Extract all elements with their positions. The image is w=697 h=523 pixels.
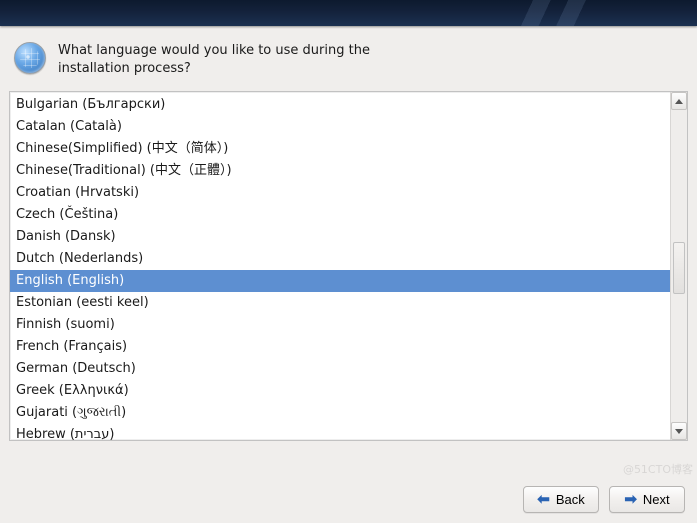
globe-icon: [14, 42, 46, 74]
language-list-container: Bulgarian (Български)Catalan (Català)Chi…: [9, 91, 688, 441]
language-option[interactable]: Hebrew (עברית): [10, 424, 670, 440]
language-option[interactable]: Chinese(Traditional) (中文（正體）): [10, 160, 670, 182]
scroll-up-button[interactable]: [671, 92, 687, 110]
scroll-thumb[interactable]: [673, 242, 685, 294]
language-option[interactable]: German (Deutsch): [10, 358, 670, 380]
next-button[interactable]: ➡ Next: [609, 486, 685, 513]
watermark: @51CTO博客: [623, 461, 693, 477]
back-button-label: Back: [556, 492, 585, 507]
back-button[interactable]: ⬅ Back: [523, 486, 599, 513]
language-option[interactable]: Chinese(Simplified) (中文（简体）): [10, 138, 670, 160]
chevron-up-icon: [675, 99, 683, 104]
footer-buttons: ⬅ Back ➡ Next: [523, 486, 685, 513]
language-option[interactable]: Estonian (eesti keel): [10, 292, 670, 314]
language-option[interactable]: Dutch (Nederlands): [10, 248, 670, 270]
scrollbar[interactable]: [670, 92, 687, 440]
installer-banner: [0, 0, 697, 26]
chevron-down-icon: [675, 429, 683, 434]
language-option[interactable]: English (English): [10, 270, 670, 292]
language-option[interactable]: Danish (Dansk): [10, 226, 670, 248]
scroll-down-button[interactable]: [671, 422, 687, 440]
language-option[interactable]: Bulgarian (Български): [10, 94, 670, 116]
language-option[interactable]: Finnish (suomi): [10, 314, 670, 336]
language-option[interactable]: Croatian (Hrvatski): [10, 182, 670, 204]
next-button-label: Next: [643, 492, 670, 507]
language-option[interactable]: French (Français): [10, 336, 670, 358]
language-option[interactable]: Greek (Ελληνικά): [10, 380, 670, 402]
header: What language would you like to use duri…: [0, 26, 697, 85]
language-option[interactable]: Czech (Čeština): [10, 204, 670, 226]
language-option[interactable]: Catalan (Català): [10, 116, 670, 138]
arrow-right-icon: ➡: [624, 492, 637, 507]
language-option[interactable]: Gujarati (ગુજરાતી): [10, 402, 670, 424]
language-list[interactable]: Bulgarian (Български)Catalan (Català)Chi…: [10, 92, 670, 440]
arrow-left-icon: ⬅: [537, 492, 550, 507]
language-prompt: What language would you like to use duri…: [58, 42, 418, 77]
